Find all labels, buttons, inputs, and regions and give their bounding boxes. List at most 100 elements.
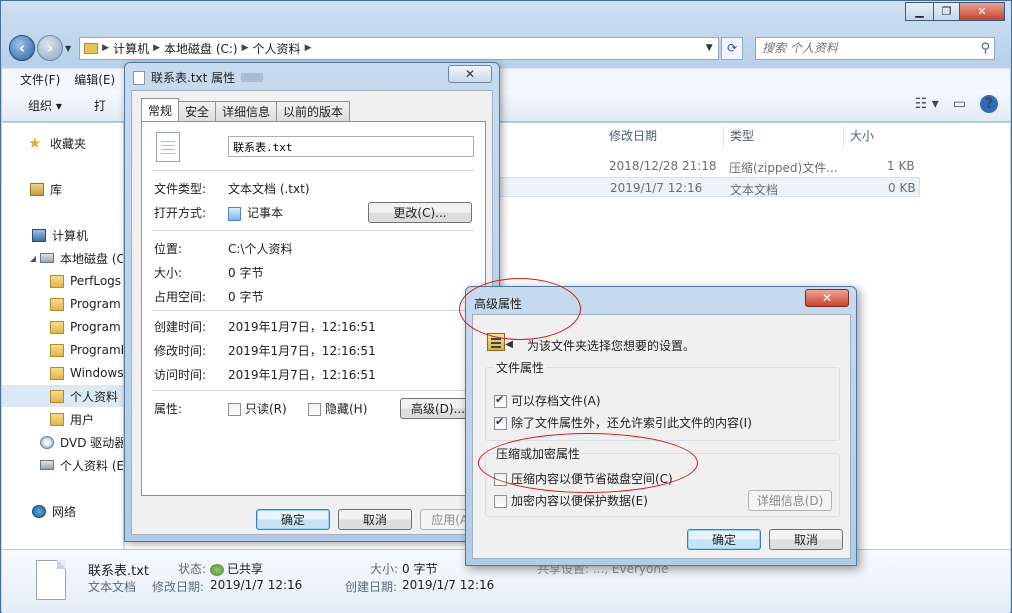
help-icon[interactable]: ? [980, 95, 998, 113]
checkbox[interactable] [308, 403, 321, 416]
compress-checkbox[interactable]: 压缩内容以便节省磁盘空间(C) [494, 470, 673, 487]
nav-computer[interactable]: 计算机 [32, 224, 88, 246]
chevron-right-icon[interactable]: ▶ [153, 43, 160, 53]
chevron-right-icon[interactable]: ▶ [242, 43, 249, 53]
dialog-title-bar: 联系表.txt 属性 [133, 69, 264, 86]
menu-file[interactable]: 文件(F) [20, 71, 60, 88]
cancel-button[interactable]: 取消 [338, 509, 412, 530]
column-type[interactable]: 类型 [723, 127, 754, 149]
details-status-value: 已共享 [227, 562, 264, 576]
index-label: 除了文件属性外，还允许索引此文件的内容(I) [511, 416, 752, 430]
accessed-value: 2019年1月7日，12:16:51 [228, 368, 376, 382]
refresh-icon: ⟳ [727, 41, 738, 55]
nav-local-disk[interactable]: ◢ 本地磁盘 (C [28, 247, 124, 269]
close-button[interactable]: ✕ [959, 2, 1005, 21]
organize-button[interactable]: 组织 ▾ [28, 97, 62, 114]
nav-folder-program-files-x86[interactable]: Program [50, 316, 121, 338]
nav-local-disk-label: 本地磁盘 (C [60, 251, 124, 266]
details-button[interactable]: 详细信息(D) [748, 490, 832, 511]
recent-pages-dropdown-icon[interactable]: ▼ [65, 44, 71, 53]
nav-folder-perflogs[interactable]: PerfLogs [50, 270, 121, 292]
archive-checkbox[interactable]: 可以存档文件(A) [494, 392, 601, 409]
details-size-label: 大小: [370, 562, 399, 576]
nav-folder-label: Windows [70, 366, 124, 380]
navigation-pane: ★ 收藏夹 库 计算机 ◢ 本地磁盘 (C PerfLogs Program P… [2, 123, 124, 549]
nav-folder-label: Program [70, 320, 121, 334]
nav-libraries[interactable]: 库 [30, 178, 62, 200]
open-button[interactable]: 打 [94, 97, 106, 114]
refresh-button[interactable]: ⟳ [721, 36, 744, 60]
nav-folder-program-files[interactable]: Program [50, 293, 121, 315]
chevron-right-icon[interactable]: ▶ [305, 43, 312, 53]
nav-dvd-label: DVD 驱动器 [60, 435, 124, 450]
open-with-value: 记事本 [228, 204, 283, 221]
readonly-checkbox[interactable]: 只读(R) [228, 400, 287, 417]
size-on-disk-value: 0 字节 [228, 290, 264, 304]
filename-field[interactable] [228, 136, 474, 157]
checkbox-checked[interactable] [494, 393, 507, 408]
blurred-text [241, 73, 264, 82]
address-dropdown-icon[interactable]: ▼ [700, 43, 718, 53]
tab-details[interactable]: 详细信息 [215, 101, 278, 121]
search-icon[interactable]: ⚲ [981, 41, 991, 56]
nav-favorites-label: 收藏夹 [50, 136, 87, 151]
hidden-checkbox[interactable]: 隐藏(H) [308, 400, 367, 417]
details-modified: 2019/1/7 12:16 [210, 578, 303, 592]
computer-icon [32, 228, 46, 242]
close-button[interactable]: ✕ [805, 289, 849, 307]
nav-folder-label: 用户 [70, 412, 95, 427]
nav-network[interactable]: 网络 [32, 500, 76, 522]
ok-button[interactable]: 确定 [687, 529, 761, 550]
details-modified-label: 修改日期: [152, 580, 205, 594]
dialog-body: 常规 安全 详细信息 以前的版本 文件类型: 文本文档 (.txt) 打开方式:… [131, 90, 493, 535]
column-modified[interactable]: 修改日期 [609, 127, 657, 149]
divider [152, 170, 474, 171]
breadcrumb-personal[interactable]: 个人资料 [249, 40, 305, 57]
view-options-icon[interactable]: ☷ ▾ [915, 96, 939, 112]
nav-folder-personal[interactable]: 个人资料 [2, 385, 123, 407]
notepad-icon [228, 206, 241, 221]
encrypt-checkbox[interactable]: 加密内容以便保护数据(E) [494, 492, 648, 509]
address-bar[interactable]: ▶ 计算机 ▶ 本地磁盘 (C:) ▶ 个人资料 ▶ ▼ [79, 36, 720, 60]
maximize-button[interactable]: ❐ [933, 2, 959, 21]
checkbox[interactable] [494, 495, 507, 508]
nav-folder-programdata[interactable]: ProgramD [50, 339, 123, 361]
minimize-button[interactable]: ▁ [905, 2, 933, 21]
accessed-label: 访问时间: [154, 368, 207, 382]
forward-button[interactable]: › [37, 35, 63, 61]
nav-favorites[interactable]: ★ 收藏夹 [28, 132, 86, 154]
checkbox-checked[interactable] [494, 415, 507, 430]
nav-folder-label: 个人资料 [70, 389, 119, 404]
checkbox[interactable] [494, 473, 507, 486]
view-controls: ☷ ▾ ▭ ? [901, 95, 998, 113]
back-button[interactable]: ‹ [9, 35, 35, 61]
open-with-app: 记事本 [247, 206, 284, 220]
search-input[interactable] [762, 41, 968, 55]
column-size[interactable]: 大小 [843, 127, 874, 149]
checkbox[interactable] [228, 403, 241, 416]
preview-pane-icon[interactable]: ▭ [953, 96, 966, 112]
search-box[interactable]: ⚲ [755, 36, 996, 60]
tab-security[interactable]: 安全 [178, 101, 217, 121]
nav-dvd-drive[interactable]: DVD 驱动器 [40, 431, 124, 453]
nav-folder-users[interactable]: 用户 [50, 408, 94, 430]
details-size: 0 字节 [402, 562, 438, 576]
breadcrumb-computer[interactable]: 计算机 [109, 40, 153, 57]
details-status-label: 状态: [178, 562, 207, 576]
compress-encrypt-group: 压缩或加密属性 压缩内容以便节省磁盘空间(C) 加密内容以便保护数据(E) 详细… [485, 445, 840, 517]
nav-folder-windows[interactable]: Windows [50, 362, 124, 384]
collapse-icon[interactable]: ◢ [28, 254, 38, 263]
intro-text: 为该文件夹选择您想要的设置。 [527, 339, 696, 353]
close-button[interactable]: ✕ [448, 65, 492, 83]
chevron-right-icon[interactable]: ▶ [102, 43, 109, 53]
tab-previous-versions[interactable]: 以前的版本 [276, 101, 351, 121]
cancel-button[interactable]: 取消 [769, 529, 843, 550]
ok-button[interactable]: 确定 [256, 509, 330, 530]
details-filename: 联系表.txt [88, 564, 150, 579]
menu-edit[interactable]: 编辑(E) [74, 71, 115, 88]
breadcrumb-local-disk[interactable]: 本地磁盘 (C:) [160, 40, 242, 57]
nav-drive-e[interactable]: 个人资料 (E [40, 454, 123, 476]
tab-general[interactable]: 常规 [141, 98, 180, 121]
index-checkbox[interactable]: 除了文件属性外，还允许索引此文件的内容(I) [494, 414, 752, 431]
change-button[interactable]: 更改(C)... [368, 202, 472, 223]
